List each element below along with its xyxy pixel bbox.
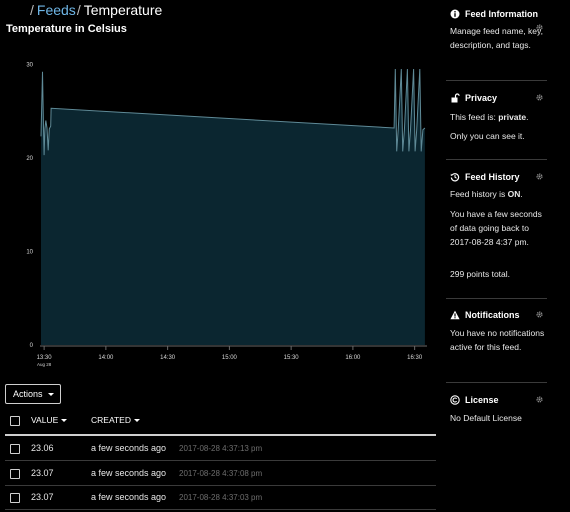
- row-created-relative: a few seconds ago: [91, 468, 167, 478]
- notifications-title: Notifications: [465, 310, 520, 320]
- privacy-title: Privacy: [465, 93, 498, 103]
- section-divider: [446, 298, 547, 299]
- row-created-timestamp: 2017-08-28 4:37:08 pm: [179, 469, 263, 478]
- sort-caret-icon: [61, 419, 68, 423]
- x-tick-label: 15:30: [284, 355, 300, 361]
- row-divider: [5, 460, 436, 461]
- row-created-relative: a few seconds ago: [91, 492, 167, 502]
- actions-label: Actions: [13, 389, 43, 399]
- column-header-value[interactable]: VALUE: [31, 415, 68, 425]
- row-checkbox[interactable]: [10, 493, 20, 503]
- warning-icon: [450, 310, 460, 320]
- x-tick-label: 16:00: [345, 355, 361, 361]
- row-checkbox[interactable]: [10, 469, 20, 479]
- gear-icon[interactable]: [535, 93, 544, 102]
- x-axis: 13:30Aug 28 14:00 14:30 15:00 15:30 16:00 16:3…: [37, 345, 427, 367]
- chevron-down-icon: [47, 393, 54, 397]
- y-tick-label: 20: [26, 156, 33, 162]
- breadcrumb: / Feeds/Temperature: [30, 2, 162, 20]
- breadcrumb-separator: /: [30, 2, 34, 18]
- select-all-checkbox[interactable]: [10, 416, 20, 426]
- row-created-timestamp: 2017-08-28 4:37:03 pm: [179, 493, 263, 502]
- gear-icon[interactable]: [535, 395, 544, 404]
- unlock-icon: [451, 93, 460, 103]
- license-title: License: [465, 395, 499, 405]
- chart-area: [40, 68, 426, 345]
- gear-icon[interactable]: [535, 172, 544, 181]
- section-divider: [446, 159, 547, 160]
- row-checkbox[interactable]: [10, 444, 20, 454]
- feed-history-status: Feed history is ON.: [450, 189, 523, 199]
- x-tick-label: 16:30: [407, 355, 423, 361]
- section-divider: [446, 80, 547, 81]
- row-value: 23.07: [31, 492, 54, 502]
- row-created-timestamp: 2017-08-28 4:37:13 pm: [179, 444, 263, 453]
- license-text: No Default License: [450, 413, 522, 423]
- x-tick-label: 14:30: [160, 355, 176, 361]
- actions-dropdown-button[interactable]: Actions: [5, 384, 61, 404]
- copyright-icon: [450, 395, 460, 405]
- x-tick-label: 13:30: [37, 355, 53, 361]
- x-tick-label: 15:00: [222, 355, 238, 361]
- history-icon: [450, 173, 460, 182]
- y-tick-label: 10: [26, 249, 33, 255]
- temperature-chart: 3020100 13:30Aug 2814:00 14:30 15:00 15:30 1…: [26, 62, 427, 367]
- chart-title: Temperature in Celsius: [6, 23, 127, 35]
- sort-caret-icon: [134, 419, 140, 423]
- column-header-created[interactable]: CREATED: [91, 415, 140, 425]
- feed-information-title: Feed Information: [465, 9, 539, 19]
- x-tick-label: 14:00: [98, 355, 114, 361]
- gear-icon[interactable]: [535, 310, 544, 319]
- feed-information-text: Manage feed name, key, description, and …: [450, 26, 543, 50]
- row-value: 23.06: [31, 443, 54, 453]
- privacy-note: Only you can see it.: [450, 131, 525, 141]
- y-axis: 30 20 10 0: [26, 62, 33, 349]
- section-divider: [446, 382, 547, 383]
- table-header-divider: [5, 434, 436, 436]
- row-divider: [5, 485, 436, 486]
- info-icon: [450, 9, 460, 19]
- row-created-relative: a few seconds ago: [91, 443, 167, 453]
- breadcrumb-current: Temperature: [83, 2, 163, 18]
- notifications-text: You have no notifications active for thi…: [450, 328, 545, 352]
- breadcrumb-feeds-link[interactable]: Feeds: [37, 2, 76, 18]
- feed-history-detail: You have a few seconds of data going bac…: [450, 209, 542, 247]
- privacy-status: This feed is: private.: [450, 112, 529, 122]
- feed-history-points: 299 points total.: [450, 269, 511, 279]
- row-divider: [5, 509, 436, 510]
- y-tick-label: 0: [30, 343, 34, 349]
- breadcrumb-separator: /: [76, 2, 81, 18]
- feed-history-title: Feed History: [465, 172, 520, 182]
- row-value: 23.07: [31, 468, 54, 478]
- y-tick-label: 30: [26, 62, 33, 68]
- series-area: [41, 69, 425, 345]
- x-tick-date-label: Aug 28: [37, 362, 52, 367]
